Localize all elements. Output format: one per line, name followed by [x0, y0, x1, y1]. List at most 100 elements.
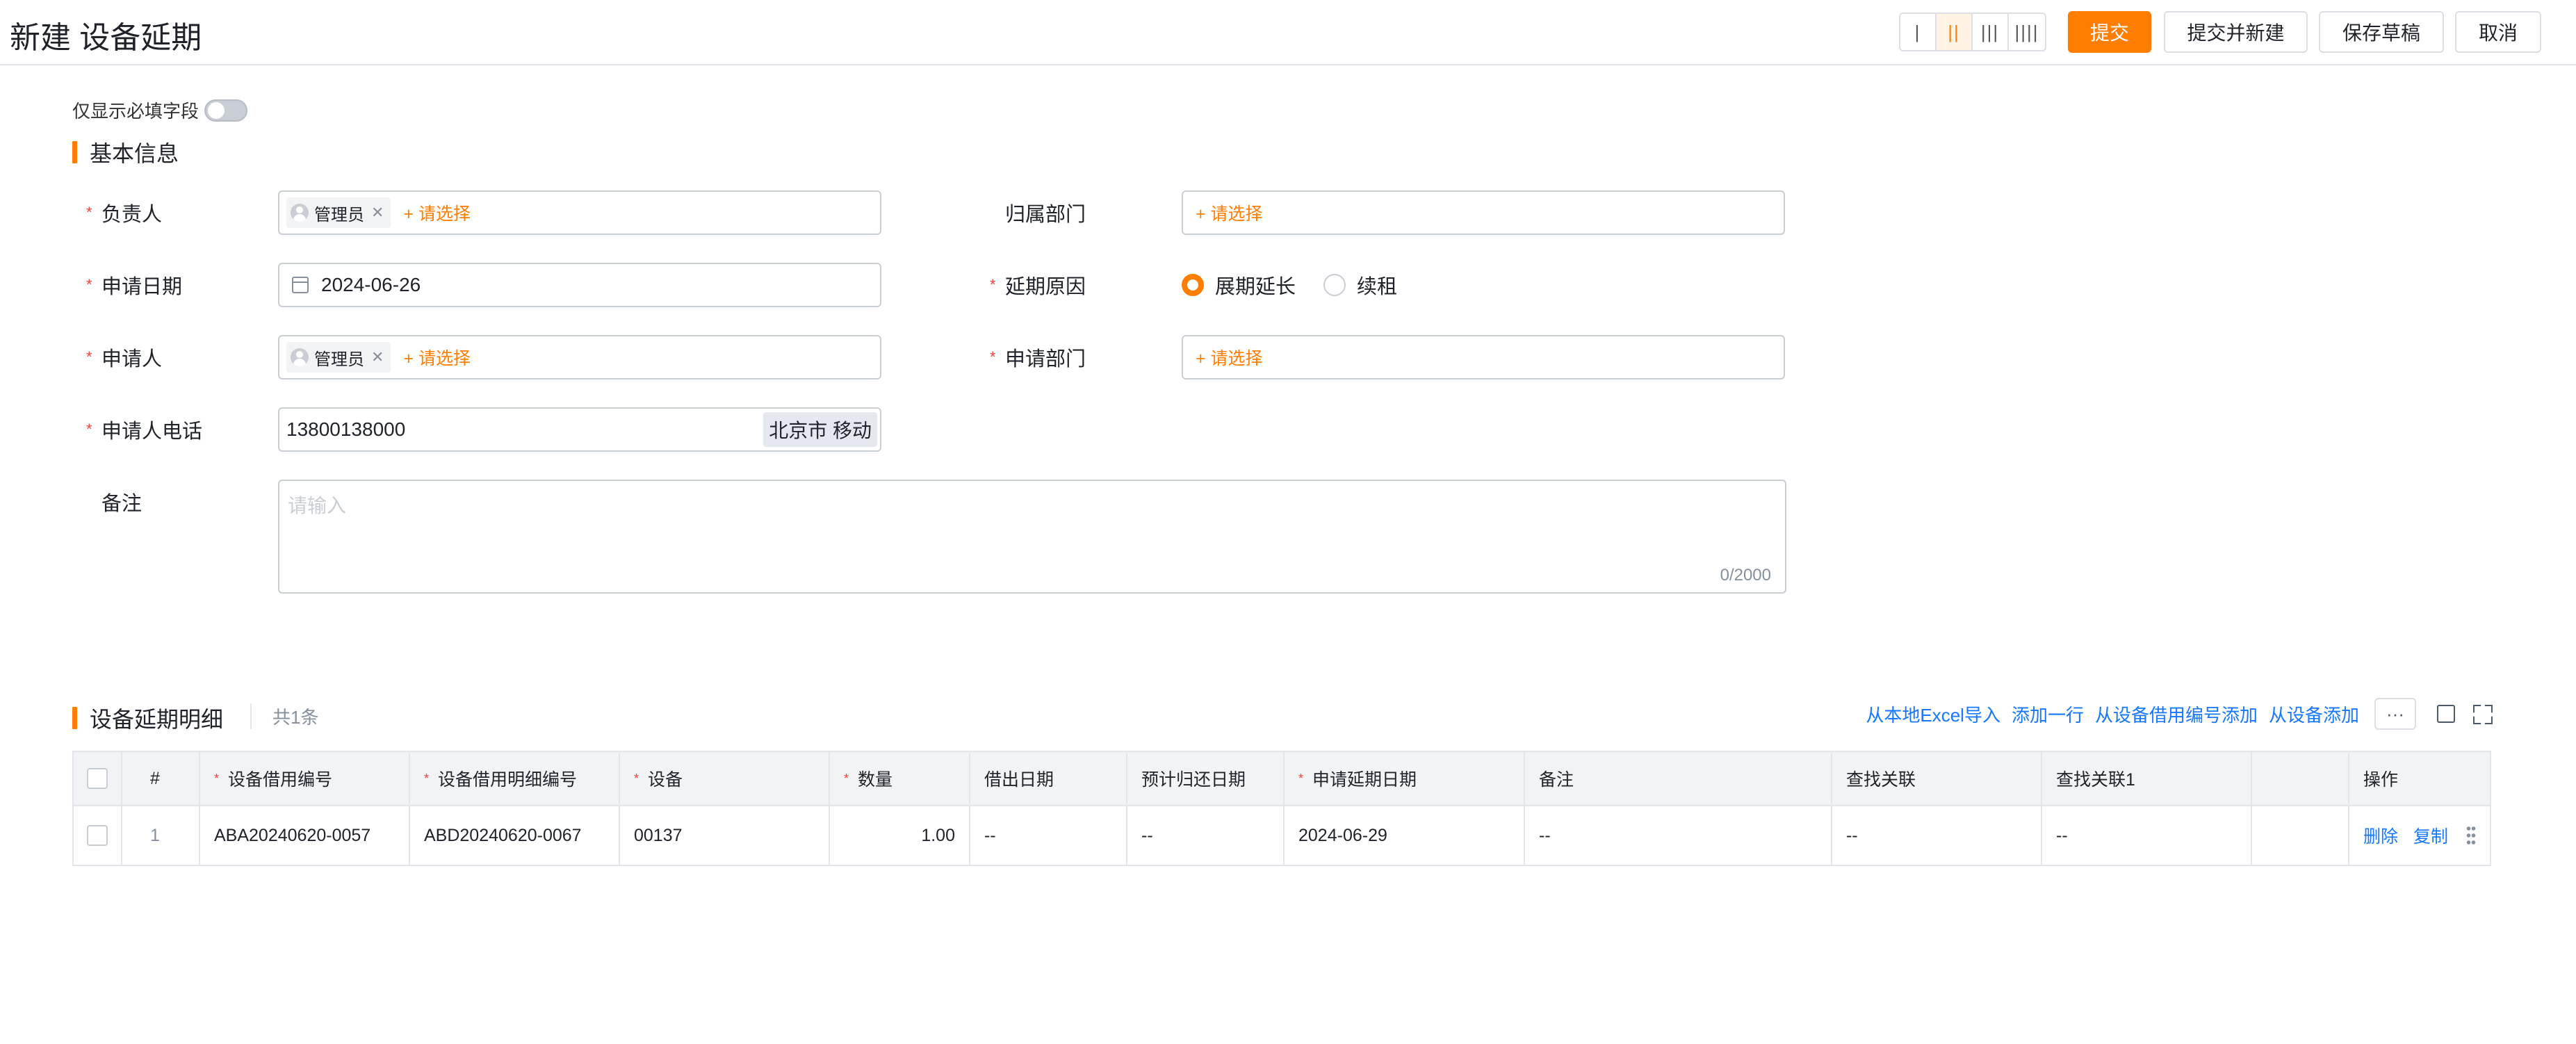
layout-3-column-button[interactable]: ||| — [1973, 14, 2009, 50]
col-qty-text: 数量 — [858, 770, 893, 790]
remove-tag-icon[interactable]: ✕ — [371, 348, 384, 366]
cell-borrow-no[interactable]: ABA20240620-0057 — [200, 806, 410, 865]
cell-memo[interactable]: -- — [1525, 806, 1832, 865]
row-checkbox[interactable] — [87, 825, 108, 846]
required-mark: * — [86, 348, 92, 366]
save-draft-button[interactable]: 保存草稿 — [2319, 11, 2444, 53]
import-excel-link[interactable]: 从本地Excel导入 — [1866, 701, 2000, 727]
dept-field[interactable]: + 请选择 — [1182, 190, 1785, 235]
cell-qty[interactable]: 1.00 — [830, 806, 970, 865]
row-index: 1 — [122, 806, 200, 865]
applicant-tag: 管理员 ✕ — [286, 342, 391, 373]
reason-radio-group: 展期延长 续租 — [1182, 263, 1425, 307]
dept-label: 归属部门 — [990, 190, 1086, 235]
reason-option-extend-label: 展期延长 — [1215, 276, 1296, 298]
owner-tag-text: 管理员 — [314, 205, 364, 225]
cell-find1[interactable]: -- — [1832, 806, 2042, 865]
applicant-field[interactable]: 管理员 ✕ + 请选择 — [278, 335, 881, 380]
select-all-cell — [74, 752, 122, 805]
reason-label-text: 延期原因 — [1005, 276, 1086, 298]
memo-char-counter: 0/2000 — [1720, 566, 1771, 585]
required-mark: * — [424, 771, 430, 785]
apply-dept-pick-link[interactable]: + 请选择 — [1196, 345, 1263, 370]
cell-ops: 删除 复制 — [2349, 806, 2490, 865]
col-detail-no-text: 设备借用明细编号 — [438, 770, 578, 790]
apply-dept-label-text: 申请部门 — [1005, 348, 1086, 370]
col-device-text: 设备 — [648, 770, 683, 790]
cell-return-date[interactable]: -- — [1127, 806, 1285, 865]
phone-label-text: 申请人电话 — [101, 421, 203, 443]
column-settings-icon[interactable] — [2437, 705, 2455, 723]
col-memo: 备注 — [1525, 752, 1832, 805]
page-title: 新建 设备延期 — [10, 21, 202, 55]
user-avatar-icon — [291, 348, 309, 366]
apply-dept-label: * 申请部门 — [990, 335, 1086, 380]
section-marker — [72, 141, 77, 163]
cell-spacer — [2252, 806, 2349, 865]
drag-handle-icon[interactable] — [2466, 825, 2476, 846]
cell-out-date[interactable]: -- — [970, 806, 1127, 865]
layout-1-column-button[interactable]: | — [1900, 14, 1937, 50]
reason-option-renew-label: 续租 — [1357, 276, 1398, 298]
fullscreen-icon[interactable] — [2473, 705, 2491, 723]
basic-info-section-title: 基本信息 — [72, 136, 179, 168]
required-mark: * — [86, 276, 92, 293]
dept-label-text: 归属部门 — [1005, 204, 1086, 226]
owner-label-text: 负责人 — [101, 204, 163, 226]
owner-pick-link[interactable]: + 请选择 — [403, 200, 471, 225]
add-row-link[interactable]: 添加一行 — [2012, 701, 2084, 727]
submit-button[interactable]: 提交 — [2068, 11, 2151, 53]
col-ops: 操作 — [2363, 770, 2399, 790]
applicant-pick-link[interactable]: + 请选择 — [403, 345, 471, 370]
phone-carrier-badge: 北京市 移动 — [763, 412, 877, 447]
layout-4-column-button[interactable]: |||| — [2009, 14, 2045, 50]
apply-date-field[interactable]: 2024-06-26 — [278, 263, 881, 307]
layout-2-column-button[interactable]: || — [1937, 14, 1973, 50]
owner-field[interactable]: 管理员 ✕ + 请选择 — [278, 190, 881, 235]
copy-row-link[interactable]: 复制 — [2413, 823, 2448, 848]
required-only-toggle[interactable] — [204, 99, 248, 122]
phone-field[interactable]: 13800138000 北京市 移动 — [278, 407, 881, 452]
dept-pick-link[interactable]: + 请选择 — [1196, 200, 1263, 225]
table-row: 1 ABA20240620-0057 ABD20240620-0067 0013… — [74, 806, 2490, 865]
detail-row-count: 共1条 — [250, 703, 318, 729]
owner-label: * 负责人 — [86, 190, 162, 235]
owner-tag: 管理员 ✕ — [286, 197, 391, 228]
col-device: * 设备 — [620, 752, 830, 805]
cell-detail-no[interactable]: ABD20240620-0067 — [410, 806, 620, 865]
detail-section-title: 设备延期明细 — [72, 702, 223, 734]
section-marker — [72, 707, 77, 729]
col-detail-no: * 设备借用明细编号 — [410, 752, 620, 805]
submit-and-new-button[interactable]: 提交并新建 — [2164, 11, 2308, 53]
user-avatar-icon — [291, 204, 309, 222]
detail-toolbar: 从本地Excel导入 添加一行 从设备借用编号添加 从设备添加 ··· — [1854, 698, 2491, 730]
cell-extend-date[interactable]: 2024-06-29 — [1285, 806, 1525, 865]
add-from-borrow-no-link[interactable]: 从设备借用编号添加 — [2095, 701, 2258, 727]
remove-tag-icon[interactable]: ✕ — [371, 204, 384, 222]
cell-device[interactable]: 00137 — [620, 806, 830, 865]
more-actions-button[interactable]: ··· — [2374, 698, 2416, 730]
memo-textarea[interactable]: 请输入 0/2000 — [278, 480, 1786, 594]
basic-info-title-text: 基本信息 — [90, 141, 179, 166]
col-spacer — [2252, 752, 2349, 805]
cancel-button[interactable]: 取消 — [2455, 11, 2541, 53]
radio-selected-icon — [1182, 274, 1204, 296]
detail-title-text: 设备延期明细 — [90, 707, 224, 732]
apply-dept-field[interactable]: + 请选择 — [1182, 335, 1785, 380]
reason-option-renew[interactable]: 续租 — [1323, 270, 1397, 300]
apply-date-label-text: 申请日期 — [101, 276, 183, 298]
col-extend-date-text: 申请延期日期 — [1312, 770, 1417, 790]
required-mark: * — [214, 771, 220, 785]
add-from-device-link[interactable]: 从设备添加 — [2269, 701, 2359, 727]
required-mark: * — [990, 276, 996, 293]
reason-option-extend[interactable]: 展期延长 — [1182, 270, 1296, 300]
delete-row-link[interactable]: 删除 — [2363, 823, 2398, 848]
required-mark: * — [844, 771, 849, 785]
applicant-tag-text: 管理员 — [314, 350, 364, 369]
applicant-label-text: 申请人 — [101, 348, 163, 370]
required-mark: * — [1298, 771, 1304, 785]
cell-find2[interactable]: -- — [2042, 806, 2252, 865]
calendar-icon — [292, 277, 309, 293]
select-all-checkbox[interactable] — [87, 768, 108, 789]
apply-date-label: * 申请日期 — [86, 263, 182, 307]
